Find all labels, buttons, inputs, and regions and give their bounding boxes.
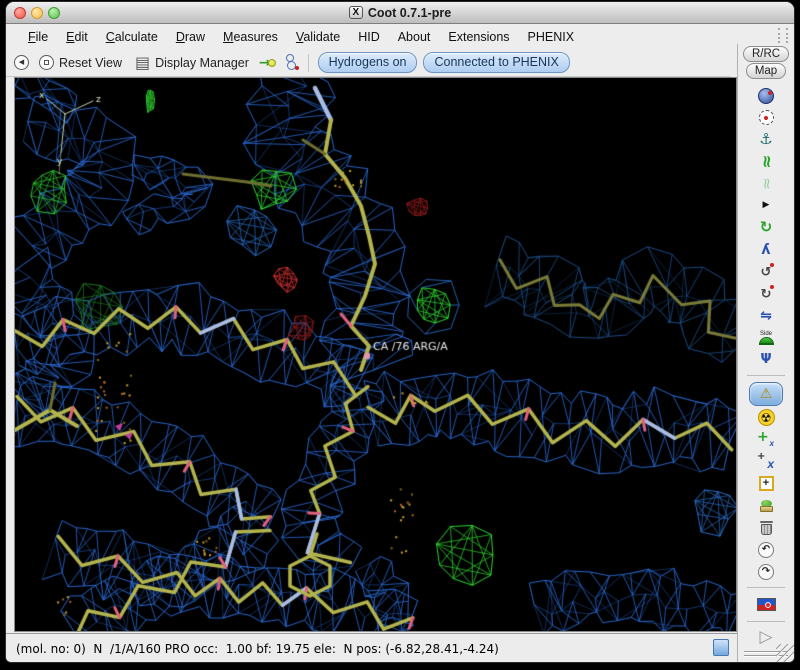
auto-fit-rotamer-icon[interactable]: ↺: [761, 261, 775, 282]
toolbar-separator: [307, 53, 309, 72]
hydrogens-toggle-button[interactable]: Hydrogens on: [317, 52, 418, 73]
undo-icon[interactable]: ↶: [758, 539, 774, 560]
radiation-icon[interactable]: ☢: [757, 407, 775, 428]
window-title-text: Coot 0.7.1-pre: [367, 5, 452, 20]
phenix-status-button[interactable]: Connected to PHENIX: [423, 52, 570, 73]
delete-item-icon[interactable]: [759, 517, 773, 538]
molecular-viewport[interactable]: [15, 78, 736, 631]
menu-item-validate[interactable]: Validate: [288, 28, 348, 46]
menu-item-file[interactable]: File: [20, 28, 56, 46]
rigid-body-fit-icon[interactable]: ▶: [763, 195, 770, 216]
refine-here-icon[interactable]: [758, 107, 774, 128]
menu-item-about[interactable]: About: [390, 28, 439, 46]
go-to-ligand-button[interactable]: [283, 54, 299, 71]
back-view-button[interactable]: ◀: [14, 55, 29, 70]
add-residue-icon[interactable]: +: [758, 473, 774, 494]
flip-peptide-icon[interactable]: ⇋: [760, 305, 772, 326]
reset-view-button[interactable]: Reset View: [36, 54, 125, 71]
place-atom-icon[interactable]: + x: [757, 451, 775, 472]
title-bar[interactable]: X Coot 0.7.1-pre: [6, 2, 794, 24]
menu-item-phenix[interactable]: PHENIX: [520, 28, 583, 46]
regularize-zone-icon[interactable]: ≈: [757, 173, 775, 194]
mutate-icon[interactable]: Ψ: [760, 349, 771, 370]
status-bar: (mol. no: 0) N /1/A/160 PRO occ: 1.00 bf…: [6, 633, 737, 662]
menu-item-edit[interactable]: Edit: [58, 28, 96, 46]
main-toolbar: ◀ Reset View ▤ Display Manager → Hydroge…: [6, 49, 731, 77]
scrollbar-thumb[interactable]: [713, 639, 729, 656]
display-manager-button[interactable]: ▤ Display Manager: [132, 54, 252, 72]
menu-item-draw[interactable]: Draw: [168, 28, 213, 46]
play-icon[interactable]: ▷: [759, 627, 772, 648]
rrc-button[interactable]: R/RC: [742, 46, 790, 62]
gl-canvas-frame: [14, 77, 737, 632]
rotamers-icon[interactable]: ↻: [761, 283, 775, 304]
menu-item-extensions[interactable]: Extensions: [440, 28, 517, 46]
side-chain-180-icon[interactable]: Side: [758, 327, 774, 348]
display-manager-icon: ▤: [135, 52, 151, 72]
real-space-refine-zone-icon[interactable]: ≈: [757, 151, 777, 172]
brush-icon[interactable]: [759, 495, 773, 516]
status-text: (mol. no: 0) N /1/A/160 PRO occ: 1.00 bf…: [16, 641, 499, 656]
app-window: X Coot 0.7.1-pre File Edit Calculate Draw Me…: [6, 2, 794, 662]
menu-item-hid[interactable]: HID: [350, 28, 388, 46]
rotate-translate-zone-icon[interactable]: ↻: [760, 217, 773, 238]
menu-item-measures[interactable]: Measures: [215, 28, 286, 46]
menu-item-calculate[interactable]: Calculate: [98, 28, 166, 46]
display-manager-label: Display Manager: [155, 55, 249, 70]
reset-view-label: Reset View: [59, 55, 122, 70]
add-alt-conf-icon[interactable]: + x: [757, 429, 775, 450]
go-to-atom-button[interactable]: →: [259, 56, 276, 70]
torsion-general-icon[interactable]: ʎ: [761, 239, 770, 260]
x11-icon: X: [348, 6, 363, 19]
menu-bar: File Edit Calculate Draw Measures Validate HID…: [6, 24, 794, 49]
back-arrow-icon: ◀: [18, 58, 25, 66]
refinement-accept-button[interactable]: ⚠: [749, 381, 783, 406]
window-title: X Coot 0.7.1-pre: [6, 2, 794, 23]
window-resize-grip[interactable]: [776, 644, 794, 662]
flag-icon[interactable]: [756, 593, 776, 616]
menubar-grip-handle[interactable]: [778, 28, 788, 43]
modelling-toolbar: R/RC Map ⚓ ≈ ≈ ▶ ↻ ʎ ↺ ↻ ⇋ Side Ψ ⚠ ☢ + x + x + ↶ ↷ ▷: [737, 44, 794, 662]
reset-view-icon: [39, 55, 54, 70]
redo-icon[interactable]: ↷: [758, 561, 774, 582]
fixed-atoms-icon[interactable]: ⚓: [759, 129, 772, 150]
map-button[interactable]: Map: [745, 63, 787, 79]
sphere-refine-icon[interactable]: [758, 85, 774, 106]
